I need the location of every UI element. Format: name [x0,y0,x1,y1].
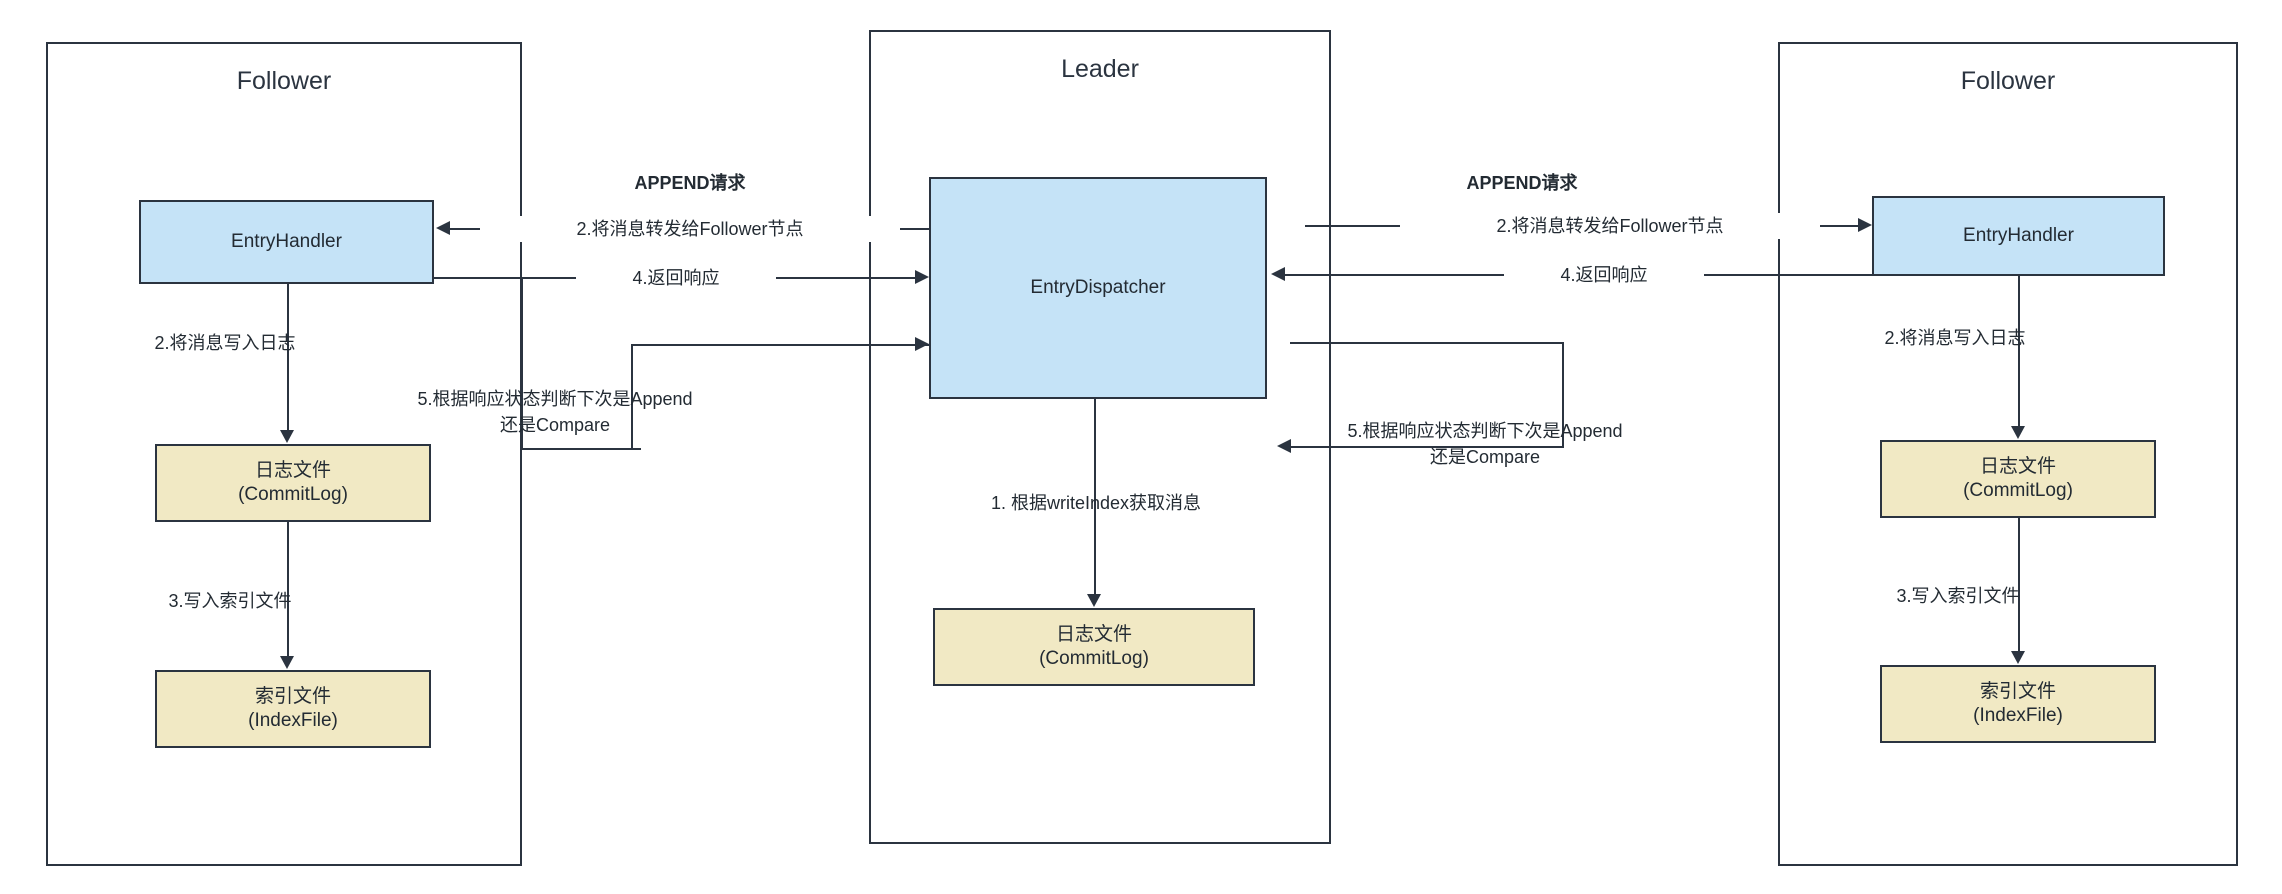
label-decide-right-line2: 还是Compare [1429,447,1541,468]
lane-title-leader: Leader [1061,55,1139,83]
label-response-right: 4.返回响应 [1504,262,1704,289]
node-left-indexfile[interactable]: 索引文件 (IndexFile) [155,670,431,748]
node-left-commitlog[interactable]: 日志文件 (CommitLog) [155,444,431,522]
label-fetch-by-writeindex: 1. 根据writeIndex获取消息 [990,493,1202,513]
label-decide-left-line1: 5.根据响应状态判断下次是Append [417,389,693,409]
edge-left-decide-bottom [521,448,641,450]
label-forward-right: 2.将消息转发给Follower节点 [1400,213,1820,240]
edge-left-handler-to-commitlog-arrowhead [280,430,294,443]
node-left-entry-handler[interactable]: EntryHandler [139,200,434,284]
node-center-dispatcher-label: EntryDispatcher [1030,277,1166,299]
node-center-dispatcher[interactable]: EntryDispatcher [929,177,1267,399]
lane-title-follower-right: Follower [1960,67,2056,95]
edge-leader-to-right-forward-arrowhead [1858,218,1872,232]
node-left-entry-handler-label: EntryHandler [231,231,342,253]
edge-dispatcher-to-commitlog-arrowhead [1087,594,1101,607]
edge-right-decide-arrowhead [1277,439,1291,453]
node-center-commitlog[interactable]: 日志文件 (CommitLog) [933,608,1255,686]
node-right-indexfile[interactable]: 索引文件 (IndexFile) [1880,665,2156,743]
edge-right-commitlog-to-indexfile-arrowhead [2011,651,2025,664]
edge-left-handler-to-commitlog [287,284,289,430]
label-decide-right: 5.根据响应状态判断下次是Append 还是Compare [1340,418,1630,470]
label-response-left: 4.返回响应 [576,265,776,292]
label-write-log-right: 2.将消息写入日志 [1884,328,2026,348]
node-right-entry-handler-label: EntryHandler [1963,225,2074,247]
node-left-commitlog-line2: (CommitLog) [238,484,348,505]
label-decide-right-line1: 5.根据响应状态判断下次是Append [1347,421,1623,441]
label-write-index-right: 3.写入索引文件 [1896,586,2020,606]
node-right-indexfile-line2: (IndexFile) [1973,705,2063,726]
node-right-commitlog-line1: 日志文件 [1979,456,2056,478]
edge-leader-to-left-forward-arrowhead [436,221,450,235]
node-left-indexfile-line2: (IndexFile) [248,710,338,731]
node-right-indexfile-line1: 索引文件 [1979,681,2056,703]
node-left-indexfile-line1: 索引文件 [254,686,331,708]
edge-left-to-leader-response-arrowhead [915,270,929,284]
node-center-commitlog-line1: 日志文件 [1055,624,1132,646]
diagram-canvas: Follower EntryHandler 日志文件 (CommitLog) 索… [0,0,2282,894]
node-right-commitlog[interactable]: 日志文件 (CommitLog) [1880,440,2156,518]
node-right-entry-handler[interactable]: EntryHandler [1872,196,2165,276]
label-write-index-left: 3.写入索引文件 [168,591,292,611]
lane-title-follower-left: Follower [236,67,332,95]
node-left-commitlog-line1: 日志文件 [254,460,331,482]
edge-right-decide-top [1290,342,1564,344]
edge-right-handler-to-commitlog-arrowhead [2011,426,2025,439]
edge-left-decide-arrowhead [915,337,929,351]
label-write-log-left: 2.将消息写入日志 [154,333,296,353]
lane-leader: Leader [869,30,1331,844]
edge-right-to-leader-response-arrowhead [1271,267,1285,281]
label-decide-left-line2: 还是Compare [499,415,611,436]
label-append-request-right: APPEND请求 [1466,173,1578,193]
label-append-request-left: APPEND请求 [634,173,746,193]
edge-left-decide-upper [631,344,931,346]
node-right-commitlog-line2: (CommitLog) [1963,480,2073,501]
node-center-commitlog-line2: (CommitLog) [1039,648,1149,669]
edge-left-commitlog-to-indexfile-arrowhead [280,656,294,669]
label-decide-left: 5.根据响应状态判断下次是Append 还是Compare [410,386,700,438]
label-forward-left: 2.将消息转发给Follower节点 [480,216,900,243]
